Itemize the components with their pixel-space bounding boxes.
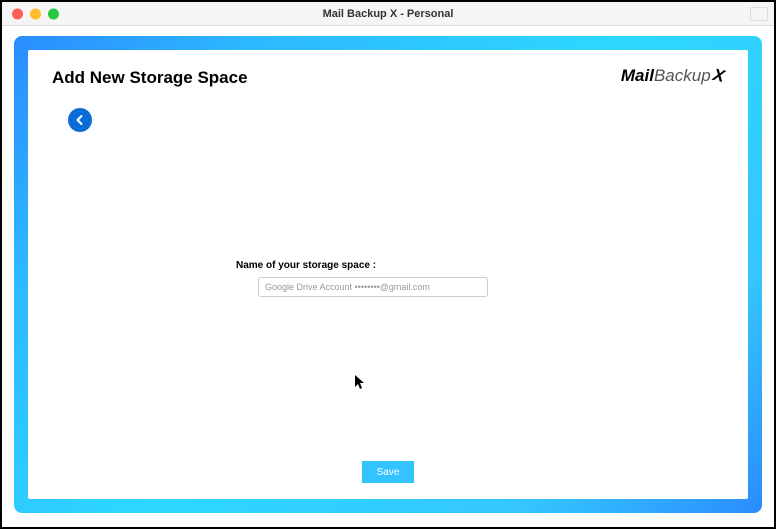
logo-x-icon: X [711,65,726,87]
window-minimize-button[interactable] [30,8,41,19]
window-body: Add New Storage Space MailBackupX Name o… [2,26,774,527]
logo-backup: Backup [654,66,711,85]
arrow-left-icon [74,114,86,126]
traffic-lights [12,8,59,19]
save-button-label: Save [377,467,400,478]
titlebar: Mail Backup X - Personal [2,2,774,26]
window-copy-icon[interactable] [750,7,768,21]
cursor-icon [355,375,367,391]
storage-name-input[interactable] [258,277,488,297]
app-logo: MailBackupX [621,66,724,86]
window-close-button[interactable] [12,8,23,19]
content-card: Add New Storage Space MailBackupX Name o… [28,50,748,499]
storage-name-form: Name of your storage space : [248,260,528,297]
back-button[interactable] [68,108,92,132]
window-maximize-button[interactable] [48,8,59,19]
gradient-panel: Add New Storage Space MailBackupX Name o… [14,36,762,513]
save-button[interactable]: Save [362,461,414,483]
window-title: Mail Backup X - Personal [2,8,774,20]
storage-name-label: Name of your storage space : [236,260,528,271]
logo-mail: Mail [621,66,654,85]
